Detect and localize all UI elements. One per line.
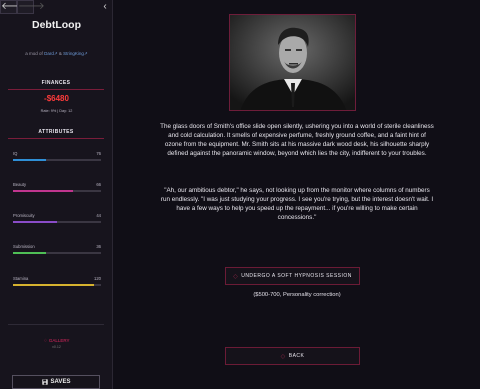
hypnosis-session-label: UNDERGO A SOFT HYPNOSIS SESSION: [241, 273, 352, 279]
attribute-iq: IQ 76: [13, 151, 101, 161]
attribute-promiscuity: Promiscuity 44: [13, 213, 101, 223]
rate-day-info: Rate: 9% | Day: 12: [40, 109, 73, 113]
forward-arrow-button[interactable]: 🡒: [17, 0, 45, 14]
option-icon: ◇: [233, 273, 239, 280]
credits-link-stringking[interactable]: StringKing: [63, 51, 84, 56]
external-link-icon: ↗: [83, 51, 88, 56]
history-nav: 🡐 🡒: [0, 0, 45, 14]
hypnosis-session-button[interactable]: ◇ UNDERGO A SOFT HYPNOSIS SESSION: [225, 267, 360, 285]
attribute-beauty: Beauty 66: [13, 182, 101, 192]
attribute-bar-fill: [13, 190, 73, 192]
back-arrow-button[interactable]: 🡐: [0, 0, 28, 14]
back-option-icon: ◇: [280, 353, 286, 360]
attribute-label: Submission: [13, 244, 35, 249]
attribute-label: Stamina: [13, 276, 29, 281]
hypnosis-cost-note: ($500-700, Personality correction): [253, 292, 341, 298]
credits-prefix: a mod of: [25, 51, 43, 56]
money-balance: -$6480: [44, 94, 69, 103]
credits-link-dard[interactable]: Dard: [44, 51, 54, 56]
attribute-value: 36: [96, 244, 101, 249]
version-label: v0.12: [52, 345, 61, 349]
saves-button[interactable]: SAVES: [12, 375, 100, 389]
save-icon: [41, 379, 48, 385]
gallery-link[interactable]: ♢ GALLERY: [0, 338, 113, 344]
attribute-bar: [13, 159, 101, 161]
external-link-icon: ↗: [53, 51, 58, 56]
attribute-bar-fill: [13, 284, 94, 286]
story-paragraph-2: "Ah, our ambitious debtor," he says, not…: [160, 187, 434, 221]
attribute-bar-fill: [13, 221, 57, 223]
attribute-stamina: Stamina 120: [13, 276, 101, 286]
attribute-bar-fill: [13, 252, 47, 254]
attribute-label: Promiscuity: [13, 213, 35, 218]
attributes-heading: ATTRIBUTES: [8, 129, 104, 139]
back-label: BACK: [288, 353, 305, 359]
attribute-bar: [13, 221, 101, 223]
attribute-label: IQ: [13, 151, 18, 156]
attribute-value: 44: [96, 213, 101, 218]
story-paragraph-1: The glass doors of Smith's office slide …: [160, 123, 434, 157]
portrait-image: [230, 15, 355, 110]
attribute-bar: [13, 284, 101, 286]
saves-label: SAVES: [50, 379, 71, 385]
attribute-bar: [13, 252, 101, 254]
attribute-submission: Submission 36: [13, 244, 101, 254]
attribute-bar-fill: [13, 159, 47, 161]
attribute-value: 66: [96, 182, 101, 187]
credits-line: a mod of Dard↗ & StringKing↗: [0, 51, 113, 57]
attribute-value: 76: [96, 151, 101, 156]
back-button[interactable]: ◇ BACK: [225, 347, 360, 365]
attribute-bar: [13, 190, 101, 192]
gallery-label: GALLERY: [48, 338, 70, 343]
gallery-icon: ♢: [43, 338, 48, 343]
character-portrait: [229, 14, 356, 111]
app-title: DebtLoop: [32, 19, 81, 31]
main-panel: The glass doors of Smith's office slide …: [114, 0, 480, 389]
finances-heading: FINANCES: [8, 80, 104, 90]
attribute-label: Beauty: [13, 182, 27, 187]
attribute-value: 120: [94, 276, 101, 281]
collapse-sidebar-button[interactable]: ‹: [98, 0, 112, 14]
sidebar-divider: [8, 324, 104, 325]
sidebar: 🡐 🡒 ‹ DebtLoop a mod of Dard↗ & StringKi…: [0, 0, 113, 389]
